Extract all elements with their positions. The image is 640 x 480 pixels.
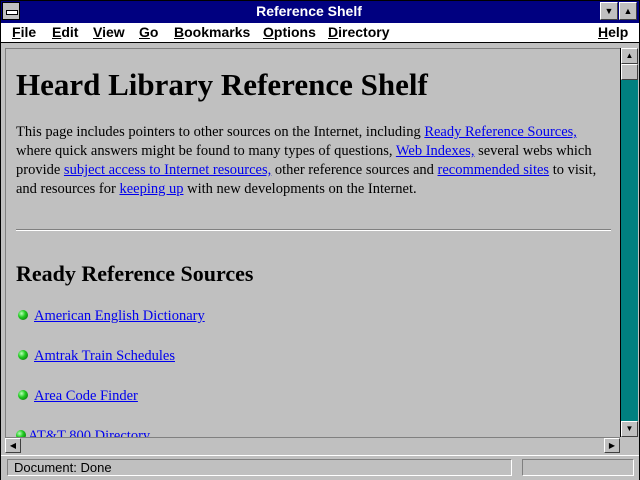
link-web-indexes[interactable]: Web Indexes,: [396, 143, 475, 159]
intro-text: with new developments on the Internet.: [183, 181, 417, 197]
green-ball-bullet-icon: [18, 310, 28, 320]
menu-bookmarks[interactable]: Bookmarks: [174, 24, 250, 40]
menu-directory[interactable]: Directory: [328, 24, 389, 40]
link-subject-access[interactable]: subject access to Internet resources,: [64, 162, 271, 178]
link-amtrak-train-schedules[interactable]: Amtrak Train Schedules: [34, 348, 175, 364]
horizontal-rule: [16, 229, 611, 231]
intro-text: other reference sources and: [271, 162, 438, 178]
menu-options[interactable]: Options: [263, 24, 316, 40]
maximize-icon[interactable]: ▲: [619, 2, 637, 20]
vertical-scrollbar[interactable]: ▲ ▼: [620, 48, 638, 437]
scroll-right-icon[interactable]: ▶: [604, 438, 620, 453]
horizontal-scrollbar[interactable]: ◀ ▶: [5, 437, 620, 453]
scroll-left-icon[interactable]: ◀: [5, 438, 21, 453]
intro-text: where quick answers might be found to ma…: [16, 143, 396, 159]
progress-indicator: [522, 459, 634, 476]
link-american-english-dictionary[interactable]: American English Dictionary: [34, 308, 205, 324]
browser-window: Reference Shelf ▼ ▲ File Edit View Go Bo…: [0, 0, 640, 480]
title-bar[interactable]: Reference Shelf ▼ ▲: [1, 1, 639, 23]
intro-paragraph: This page includes pointers to other sou…: [16, 123, 606, 199]
link-keeping-up[interactable]: keeping up: [119, 181, 183, 197]
list-item: Amtrak Train Schedules: [16, 347, 205, 387]
page-title: Heard Library Reference Shelf: [16, 67, 428, 102]
status-bar: Document: Done: [1, 455, 639, 480]
reference-link-list: American English Dictionary Amtrak Train…: [16, 307, 205, 438]
section-heading: Ready Reference Sources: [16, 261, 254, 286]
scroll-down-icon[interactable]: ▼: [621, 421, 638, 437]
menu-edit[interactable]: Edit: [52, 24, 78, 40]
scrollbar-corner: [621, 437, 637, 453]
menu-go[interactable]: Go: [139, 24, 158, 40]
scroll-up-icon[interactable]: ▲: [621, 48, 638, 64]
minimize-icon[interactable]: ▼: [600, 2, 618, 20]
link-recommended-sites[interactable]: recommended sites: [438, 162, 550, 178]
menu-file[interactable]: File: [12, 24, 36, 40]
status-text: Document: Done: [7, 459, 512, 476]
list-item: American English Dictionary: [16, 307, 205, 347]
link-ready-reference[interactable]: Ready Reference Sources,: [424, 124, 577, 140]
menu-bar: File Edit View Go Bookmarks Options Dire…: [1, 23, 639, 43]
scroll-thumb[interactable]: [621, 64, 638, 80]
system-menu-icon[interactable]: [2, 2, 20, 20]
page-content[interactable]: Heard Library Reference Shelf This page …: [5, 48, 620, 438]
green-ball-bullet-icon: [18, 350, 28, 360]
list-item: Area Code Finder: [16, 387, 205, 427]
menu-view[interactable]: View: [93, 24, 125, 40]
link-area-code-finder[interactable]: Area Code Finder: [34, 388, 138, 404]
window-title: Reference Shelf: [256, 3, 362, 19]
menu-help[interactable]: Help: [598, 24, 628, 40]
green-ball-bullet-icon: [18, 390, 28, 400]
intro-text: This page includes pointers to other sou…: [16, 124, 425, 140]
